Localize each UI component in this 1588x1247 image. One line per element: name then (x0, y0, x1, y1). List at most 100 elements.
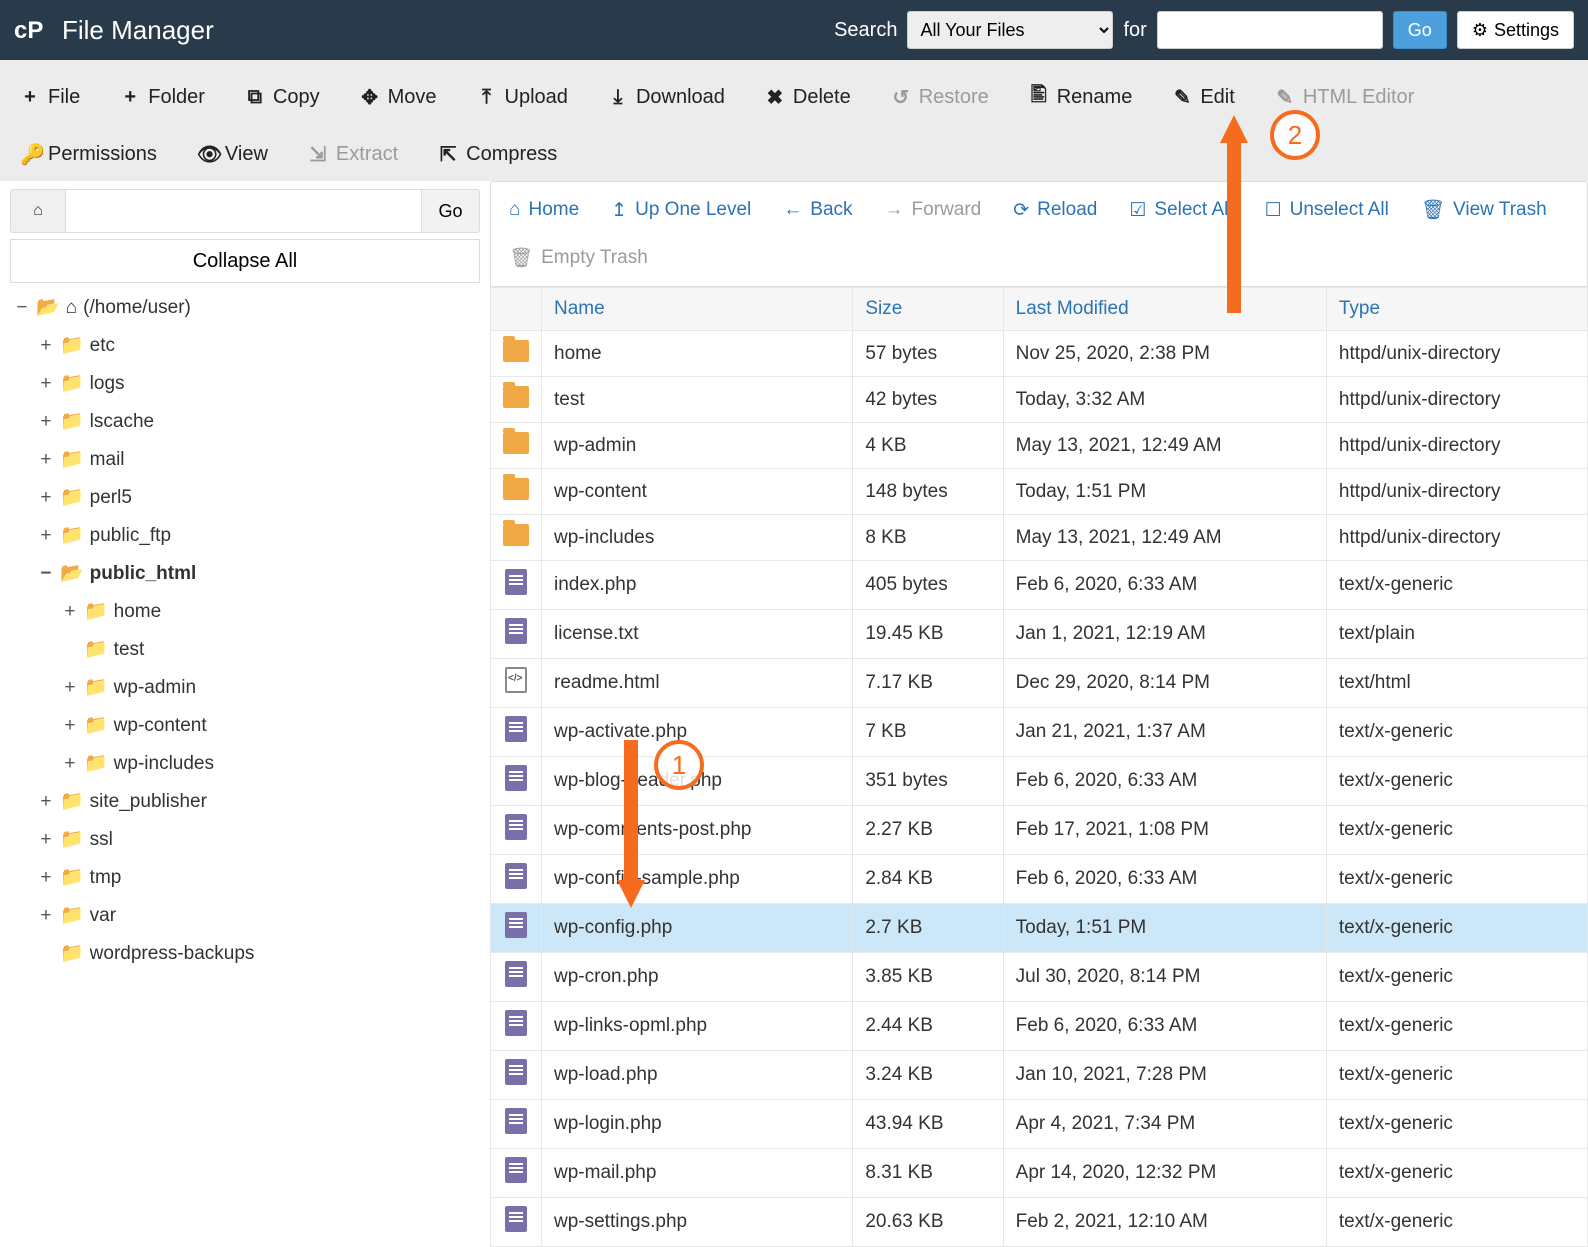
search-input[interactable] (1157, 11, 1383, 49)
expander-icon[interactable]: + (38, 517, 54, 555)
tree-item-public-html[interactable]: −📂public_html (14, 555, 480, 593)
edit-button[interactable]: ✎Edit (1152, 71, 1254, 124)
tree-item-mail[interactable]: +📁mail (14, 441, 480, 479)
nav-go-button[interactable]: Go (422, 189, 480, 233)
home-button[interactable]: ⌂Home (495, 188, 593, 232)
rename-button[interactable]: 🖺Rename (1009, 66, 1153, 128)
copy-button[interactable]: ⧉Copy (225, 72, 340, 123)
expander-icon[interactable]: + (62, 707, 78, 745)
move-button[interactable]: ✥Move (340, 71, 457, 124)
file-row[interactable]: wp-config.php 2.7 KB Today, 1:51 PM text… (491, 904, 1588, 953)
tree-item-ssl[interactable]: +📁ssl (14, 821, 480, 859)
copy-icon: ⧉ (245, 86, 265, 109)
file-row[interactable]: wp-login.php 43.94 KB Apr 4, 2021, 7:34 … (491, 1100, 1588, 1149)
expander-icon[interactable]: + (38, 403, 54, 441)
file-row[interactable]: wp-includes 8 KB May 13, 2021, 12:49 AM … (491, 515, 1588, 561)
col-name[interactable]: Name (542, 288, 853, 331)
file-row[interactable]: wp-load.php 3.24 KB Jan 10, 2021, 7:28 P… (491, 1051, 1588, 1100)
tree-label: public_html (90, 555, 197, 593)
tree-label: wp-admin (114, 669, 196, 707)
download-button[interactable]: ⤓Download (588, 72, 745, 123)
back-button[interactable]: ←Back (769, 188, 866, 232)
search-go-button[interactable]: Go (1393, 11, 1447, 49)
new-file-icon: + (20, 86, 40, 109)
permissions-button[interactable]: 🔑Permissions (0, 128, 177, 181)
nav-home-button[interactable]: ⌂ (10, 189, 65, 233)
col-size[interactable]: Size (853, 288, 1003, 331)
tree-item-public-ftp[interactable]: +📁public_ftp (14, 517, 480, 555)
file-row[interactable]: wp-settings.php 20.63 KB Feb 2, 2021, 12… (491, 1198, 1588, 1247)
expander-icon[interactable]: + (38, 441, 54, 479)
file-size: 20.63 KB (853, 1198, 1003, 1247)
up-button[interactable]: ↥Up One Level (597, 188, 765, 232)
file-row[interactable]: wp-blog-header.php 351 bytes Feb 6, 2020… (491, 757, 1588, 806)
expander-icon[interactable]: + (38, 327, 54, 365)
file-row[interactable]: readme.html 7.17 KB Dec 29, 2020, 8:14 P… (491, 659, 1588, 708)
action-label: Forward (912, 199, 982, 221)
col-type[interactable]: Type (1326, 288, 1587, 331)
select-all-button[interactable]: ☑Select All (1115, 188, 1246, 232)
expander-icon[interactable]: + (38, 897, 54, 935)
tree-item-tmp[interactable]: +📁tmp (14, 859, 480, 897)
file-row[interactable]: license.txt 19.45 KB Jan 1, 2021, 12:19 … (491, 610, 1588, 659)
toolbar-label: Upload (505, 86, 568, 109)
expander-icon[interactable]: + (38, 365, 54, 403)
file-row[interactable]: wp-activate.php 7 KB Jan 21, 2021, 1:37 … (491, 708, 1588, 757)
expander-icon[interactable]: + (38, 783, 54, 821)
expander-icon[interactable]: + (62, 593, 78, 631)
tree-item-test[interactable]: 📁test (14, 631, 480, 669)
path-input[interactable] (65, 189, 422, 233)
tree-item-perl5[interactable]: +📁perl5 (14, 479, 480, 517)
tree-item-wp-admin[interactable]: +📁wp-admin (14, 669, 480, 707)
file-row[interactable]: index.php 405 bytes Feb 6, 2020, 6:33 AM… (491, 561, 1588, 610)
tree-item-logs[interactable]: +📁logs (14, 365, 480, 403)
search-scope-select[interactable]: All Your Files (907, 11, 1113, 49)
file-row[interactable]: wp-content 148 bytes Today, 1:51 PM http… (491, 469, 1588, 515)
expander-icon[interactable]: + (38, 479, 54, 517)
folder-icon: 📁 (60, 897, 84, 935)
toolbar-label: Folder (148, 86, 205, 109)
unselect-all-button[interactable]: ☐Unselect All (1251, 188, 1403, 232)
cpanel-icon: cP (14, 12, 50, 48)
tree-item-site-publisher[interactable]: +📁site_publisher (14, 783, 480, 821)
tree-item-lscache[interactable]: +📁lscache (14, 403, 480, 441)
file-type: httpd/unix-directory (1326, 469, 1587, 515)
file-row[interactable]: test 42 bytes Today, 3:32 AM httpd/unix-… (491, 377, 1588, 423)
expander-icon[interactable]: + (62, 745, 78, 783)
tree-item-wordpress-backups[interactable]: 📁wordpress-backups (14, 935, 480, 973)
tree-label: wp-content (114, 707, 207, 745)
file-row[interactable]: wp-links-opml.php 2.44 KB Feb 6, 2020, 6… (491, 1002, 1588, 1051)
expander-icon[interactable]: + (38, 859, 54, 897)
file-row[interactable]: home 57 bytes Nov 25, 2020, 2:38 PM http… (491, 331, 1588, 377)
file-row[interactable]: wp-mail.php 8.31 KB Apr 14, 2020, 12:32 … (491, 1149, 1588, 1198)
reload-button[interactable]: ⟳Reload (999, 188, 1111, 232)
new-folder-button[interactable]: +Folder (100, 72, 225, 123)
delete-button[interactable]: ✖Delete (745, 71, 871, 124)
file-row[interactable]: wp-config-sample.php 2.84 KB Feb 6, 2020… (491, 855, 1588, 904)
expander-icon[interactable]: − (38, 555, 54, 593)
file-row[interactable]: wp-admin 4 KB May 13, 2021, 12:49 AM htt… (491, 423, 1588, 469)
file-type: text/plain (1326, 610, 1587, 659)
expander-icon[interactable]: + (38, 821, 54, 859)
tree-item-etc[interactable]: +📁etc (14, 327, 480, 365)
expander-icon[interactable]: + (62, 669, 78, 707)
file-row[interactable]: wp-comments-post.php 2.27 KB Feb 17, 202… (491, 806, 1588, 855)
view-trash-button[interactable]: 🗑View Trash (1407, 188, 1561, 232)
file-modified: Feb 17, 2021, 1:08 PM (1003, 806, 1326, 855)
tree-item-var[interactable]: +📁var (14, 897, 480, 935)
view-button[interactable]: 👁View (177, 128, 288, 181)
col-icon[interactable] (491, 288, 542, 331)
tree-item-home[interactable]: +📁home (14, 593, 480, 631)
new-file-button[interactable]: +File (0, 72, 100, 123)
collapse-all-button[interactable]: Collapse All (10, 239, 480, 283)
tree-item--home-user-[interactable]: −📂⌂(/home/user) (14, 289, 480, 327)
action-label: Empty Trash (541, 247, 648, 269)
file-row[interactable]: wp-cron.php 3.85 KB Jul 30, 2020, 8:14 P… (491, 953, 1588, 1002)
col-modified[interactable]: Last Modified (1003, 288, 1326, 331)
compress-button[interactable]: ⇱Compress (418, 128, 577, 181)
tree-item-wp-content[interactable]: +📁wp-content (14, 707, 480, 745)
settings-button[interactable]: ⚙Settings (1457, 11, 1574, 49)
expander-icon[interactable]: − (14, 289, 30, 327)
tree-item-wp-includes[interactable]: +📁wp-includes (14, 745, 480, 783)
upload-button[interactable]: ⤒Upload (457, 72, 588, 123)
